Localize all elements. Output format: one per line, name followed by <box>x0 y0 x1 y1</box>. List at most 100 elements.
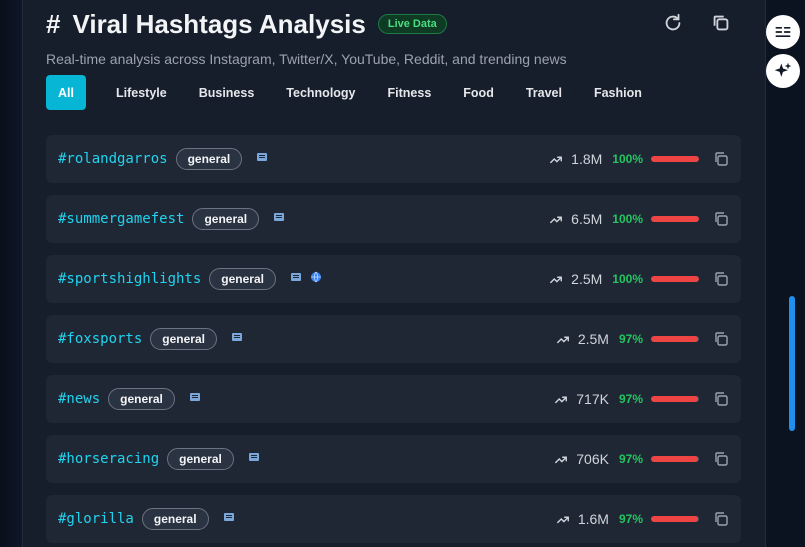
source-icons <box>273 210 285 228</box>
hashtag-text[interactable]: #glorilla <box>58 511 134 527</box>
viral-progress-fill <box>651 456 698 462</box>
hashtag-metrics: 2.5M 100% <box>549 255 729 303</box>
hashtag-text[interactable]: #rolandgarros <box>58 151 168 167</box>
hashtag-metrics: 1.8M 100% <box>549 135 729 183</box>
trending-up-icon <box>556 516 569 524</box>
hashtag-text[interactable]: #foxsports <box>58 331 142 347</box>
trending-up-icon <box>550 156 563 164</box>
copy-all-icon[interactable] <box>710 12 732 34</box>
page-background-edge <box>0 0 22 547</box>
hashtag-text[interactable]: #news <box>58 391 100 407</box>
viral-percent: 100% <box>612 152 643 166</box>
copy-icon[interactable] <box>713 211 729 227</box>
source-icons <box>231 330 243 348</box>
hashtag-row[interactable]: #foxsports general 2.5M 97% <box>46 315 741 363</box>
news-icon <box>273 210 285 228</box>
viral-progress-fill <box>651 336 698 342</box>
source-icons <box>256 150 268 168</box>
viral-percent: 97% <box>618 332 643 346</box>
viral-percent: 100% <box>612 272 643 286</box>
viral-progress-bar <box>651 336 699 342</box>
globe-icon <box>310 270 322 288</box>
hashtag-text[interactable]: #summergamefest <box>58 211 184 227</box>
hashtag-row[interactable]: #rolandgarros general 1.8M 100% <box>46 135 741 183</box>
trending-up-icon <box>555 456 568 464</box>
hashtag-row[interactable]: #glorilla general 1.6M 97% <box>46 495 741 543</box>
news-icon <box>223 510 235 528</box>
viral-progress-fill <box>651 216 699 222</box>
tab-business[interactable]: Business <box>183 75 271 110</box>
hashtag-row[interactable]: #news general 717K 97% <box>46 375 741 423</box>
news-icon <box>290 270 302 288</box>
tab-all[interactable]: All <box>46 75 86 110</box>
quote-icon <box>775 27 791 38</box>
copy-icon[interactable] <box>713 331 729 347</box>
hashtag-metrics: 706K 97% <box>554 435 729 483</box>
news-icon <box>256 150 268 168</box>
news-icon <box>248 450 260 468</box>
hashtag-metrics: 1.6M 97% <box>556 495 729 543</box>
hashtag-text[interactable]: #sportshighlights <box>58 271 201 287</box>
hashtag-metrics: 2.5M 97% <box>556 315 729 363</box>
hashtag-row[interactable]: #summergamefest general 6.5M 100% <box>46 195 741 243</box>
usage-count: 717K <box>576 391 609 407</box>
tab-technology[interactable]: Technology <box>270 75 371 110</box>
copy-icon[interactable] <box>713 511 729 527</box>
hashtag-text[interactable]: #horseracing <box>58 451 159 467</box>
source-icons <box>223 510 235 528</box>
category-badge: general <box>108 388 175 410</box>
viral-progress-bar <box>651 516 699 522</box>
live-data-badge: Live Data <box>377 14 447 34</box>
viral-progress-bar <box>651 456 699 462</box>
usage-count: 1.8M <box>571 151 603 167</box>
tab-fashion[interactable]: Fashion <box>578 75 658 110</box>
title-row: # Viral Hashtags Analysis Live Data <box>46 6 447 42</box>
viral-percent: 97% <box>618 392 643 406</box>
news-icon <box>189 390 201 408</box>
source-icons <box>290 270 322 288</box>
viral-percent: 100% <box>612 212 643 226</box>
viral-percent: 97% <box>618 512 643 526</box>
usage-count: 1.6M <box>577 511 609 527</box>
tab-lifestyle[interactable]: Lifestyle <box>100 75 183 110</box>
scrollbar-thumb[interactable] <box>789 296 795 431</box>
source-icons <box>189 390 201 408</box>
usage-count: 6.5M <box>571 211 603 227</box>
category-badge: general <box>192 208 260 230</box>
category-tabs: All Lifestyle Business Technology Fitnes… <box>46 75 658 110</box>
trending-up-icon <box>556 336 569 344</box>
category-badge: general <box>209 268 276 290</box>
category-badge: general <box>141 508 209 530</box>
hashtag-list: #rolandgarros general 1.8M 100% #summergamef… <box>46 135 741 547</box>
sparkle-icon <box>774 62 792 77</box>
category-badge: general <box>175 148 243 170</box>
trending-up-icon <box>550 216 563 224</box>
copy-icon[interactable] <box>713 271 729 287</box>
copy-icon[interactable] <box>713 151 729 167</box>
copy-icon[interactable] <box>713 451 729 467</box>
viral-progress-fill <box>651 516 698 522</box>
tab-fitness[interactable]: Fitness <box>372 75 448 110</box>
trending-up-icon <box>555 396 568 404</box>
source-icons <box>248 450 260 468</box>
tab-travel[interactable]: Travel <box>510 75 578 110</box>
usage-count: 2.5M <box>571 271 603 287</box>
category-badge: general <box>150 328 217 350</box>
quote-button[interactable] <box>766 15 800 49</box>
viral-progress-fill <box>651 276 699 282</box>
refresh-icon[interactable] <box>662 12 684 34</box>
viral-progress-fill <box>651 396 698 402</box>
usage-count: 706K <box>576 451 609 467</box>
hashtag-row[interactable]: #horseracing general 706K 97% <box>46 435 741 483</box>
page-title: Viral Hashtags Analysis <box>72 8 366 39</box>
hashtag-row[interactable]: #sportshighlights general 2.5M 100% <box>46 255 741 303</box>
hashtag-metrics: 717K 97% <box>554 375 729 423</box>
copy-icon[interactable] <box>713 391 729 407</box>
hashtag-metrics: 6.5M 100% <box>549 195 729 243</box>
trending-up-icon <box>550 276 563 284</box>
viral-progress-bar <box>651 216 699 222</box>
ai-sparkle-button[interactable] <box>766 54 800 88</box>
viral-progress-fill <box>651 156 699 162</box>
tab-food[interactable]: Food <box>447 75 510 110</box>
viral-percent: 97% <box>618 452 643 466</box>
